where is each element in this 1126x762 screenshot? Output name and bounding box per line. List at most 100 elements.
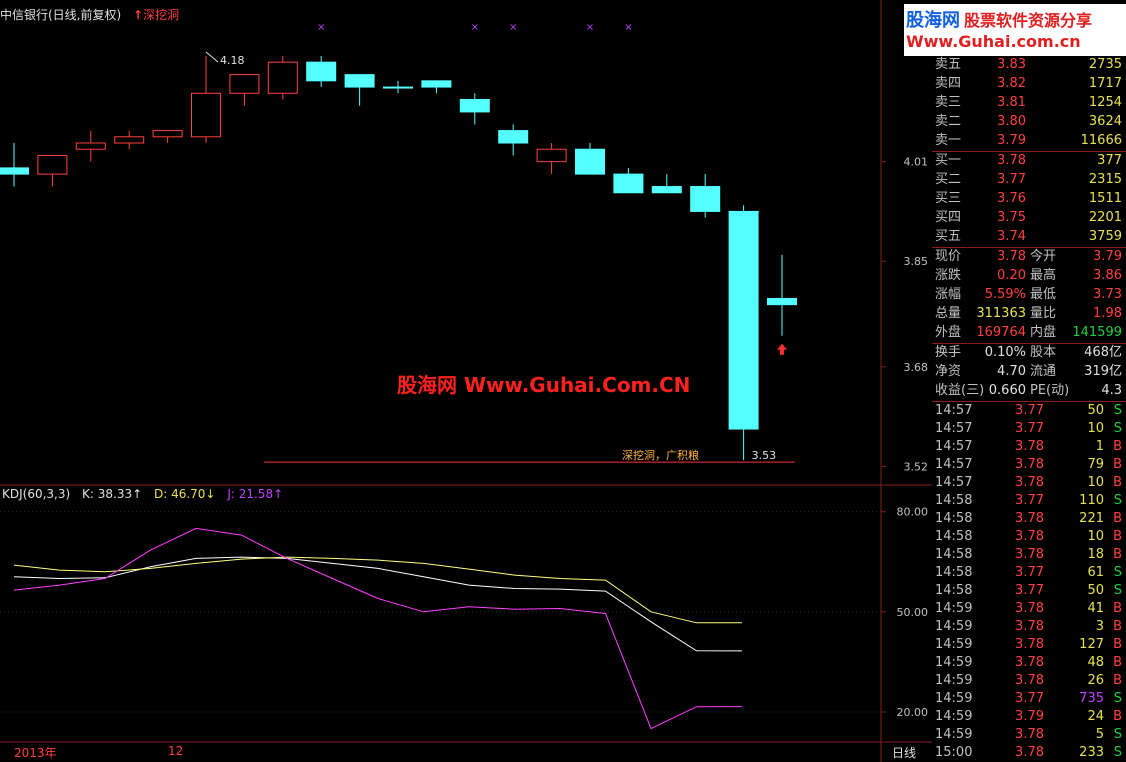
tick-side: S <box>1113 745 1122 760</box>
stat-row: 涨幅 5.59% 最低 3.73 <box>932 286 1126 304</box>
order-book-row[interactable]: 卖五 3.83 2735 <box>932 56 1126 74</box>
candle <box>767 254 797 336</box>
tick-side: S <box>1113 493 1122 508</box>
candle-body <box>0 167 29 175</box>
tick-time: 14:57 <box>935 421 973 436</box>
stat-row: 收益(三) 0.660 PE(动) 4.3 <box>932 382 1126 400</box>
logo-brand: 股海网 <box>906 10 960 31</box>
candle <box>575 143 605 175</box>
price-annotation: 4.18 <box>220 54 245 67</box>
tick-price: 3.78 <box>1015 745 1044 760</box>
trade-tick-row: 14:57 3.77 50 S <box>932 402 1126 420</box>
price-tick-label: 3.68 <box>904 361 929 374</box>
tick-volume: 26 <box>1087 673 1104 688</box>
stat-value: 1.98 <box>1093 306 1122 321</box>
candle-body <box>690 186 721 212</box>
trade-tick-row: 14:58 3.78 18 B <box>932 546 1126 564</box>
order-book-row[interactable]: 卖一 3.79 11666 <box>932 132 1126 150</box>
order-book-row[interactable]: 买二 3.77 2315 <box>932 171 1126 189</box>
tick-volume: 233 <box>1079 745 1104 760</box>
tick-side: B <box>1113 529 1122 544</box>
order-price: 3.76 <box>997 191 1026 206</box>
candle-body <box>459 98 490 113</box>
candle <box>306 55 337 88</box>
site-logo[interactable]: 股海网 股票软件资源分享 Www.Guhai.com.cn <box>904 4 1126 56</box>
order-book-row[interactable]: 卖三 3.81 1254 <box>932 94 1126 112</box>
stat-row: 换手 0.10% 股本 468亿 <box>932 344 1126 362</box>
tick-price: 3.78 <box>1015 547 1044 562</box>
tick-price: 3.78 <box>1015 601 1044 616</box>
stat-value: 0.20 <box>997 268 1026 283</box>
price-tick-label: 4.01 <box>904 156 929 169</box>
tick-volume: 5 <box>1095 727 1104 742</box>
order-book-row[interactable]: 买五 3.74 3759 <box>932 228 1126 246</box>
month-label: 12 <box>168 744 184 758</box>
tick-price: 3.79 <box>1015 709 1044 724</box>
candle <box>613 167 644 194</box>
candle-body <box>191 92 221 138</box>
order-price: 3.82 <box>997 76 1026 91</box>
tick-price: 3.78 <box>1015 457 1044 472</box>
stat-value: 4.3 <box>1101 383 1122 398</box>
order-label: 买一 <box>935 153 962 168</box>
candle <box>690 174 721 218</box>
stat-value: 3.86 <box>1093 268 1122 283</box>
candle-body <box>267 61 298 94</box>
order-book-row[interactable]: 买三 3.76 1511 <box>932 190 1126 208</box>
order-volume: 1254 <box>1088 95 1122 110</box>
tick-side: B <box>1113 673 1122 688</box>
candle-body <box>498 130 529 144</box>
indicator-title[interactable]: ↑深挖洞 <box>133 8 179 22</box>
tick-price: 3.78 <box>1015 511 1044 526</box>
order-price: 3.74 <box>997 229 1026 244</box>
stat-value: 3.78 <box>997 249 1026 264</box>
tick-price: 3.78 <box>1015 637 1044 652</box>
trade-tick-row: 14:59 3.78 26 B <box>932 672 1126 690</box>
tick-time: 14:59 <box>935 691 973 706</box>
trade-tick-row: 14:59 3.77 735 S <box>932 690 1126 708</box>
kdj-tick-label: 50.00 <box>897 606 929 619</box>
order-book-row[interactable]: 卖四 3.82 1717 <box>932 75 1126 93</box>
order-volume: 11666 <box>1080 133 1122 148</box>
tick-time: 14:59 <box>935 601 973 616</box>
tick-price: 3.78 <box>1015 673 1044 688</box>
stat-row: 净资 4.70 流通 319亿 <box>932 363 1126 381</box>
trade-tick-row: 14:57 3.77 10 S <box>932 420 1126 438</box>
candle-body <box>613 173 644 194</box>
tick-volume: 10 <box>1087 529 1104 544</box>
tick-side: B <box>1113 709 1122 724</box>
quote-panel: 卖五 3.83 2735 卖四 3.82 1717 卖三 3.81 1254 卖二 3.80 3624… <box>932 56 1126 762</box>
kdj-name[interactable]: KDJ(60,3,3) <box>2 487 70 501</box>
order-book-row[interactable]: 买一 3.78 377 <box>932 152 1126 170</box>
stat-value: 169764 <box>976 325 1026 340</box>
order-book-row[interactable]: 买四 3.75 2201 <box>932 209 1126 227</box>
candle <box>114 130 145 150</box>
tick-time: 14:57 <box>935 439 973 454</box>
stat-value: 468亿 <box>1084 345 1122 360</box>
indicator-name: 深挖洞 <box>143 8 180 22</box>
order-price: 3.79 <box>997 133 1026 148</box>
trade-tick-row: 14:58 3.77 50 S <box>932 582 1126 600</box>
x-mark: × <box>624 22 632 33</box>
order-label: 卖三 <box>935 95 962 110</box>
tick-side: B <box>1113 439 1122 454</box>
candle <box>191 55 221 144</box>
tick-time: 14:57 <box>935 403 973 418</box>
tick-time: 14:58 <box>935 511 973 526</box>
order-book-row[interactable]: 卖二 3.80 3624 <box>932 113 1126 131</box>
period-label[interactable]: 日线 <box>892 744 916 761</box>
tick-side: B <box>1113 637 1122 652</box>
stat-row: 涨跌 0.20 最高 3.86 <box>932 267 1126 285</box>
order-price: 3.80 <box>997 114 1026 129</box>
tick-time: 14:58 <box>935 547 973 562</box>
tick-volume: 50 <box>1087 583 1104 598</box>
chart-title-bar: 中信银行(日线,前复权) ↑深挖洞 <box>0 6 179 22</box>
signal-up-arrow-icon <box>777 343 787 355</box>
price-tick-label: 3.52 <box>904 460 929 473</box>
trade-tick-row: 14:58 3.78 221 B <box>932 510 1126 528</box>
candle <box>152 130 183 144</box>
x-mark: × <box>586 22 594 33</box>
candle-body <box>229 74 260 94</box>
tick-price: 3.78 <box>1015 727 1044 742</box>
tick-volume: 61 <box>1087 565 1104 580</box>
